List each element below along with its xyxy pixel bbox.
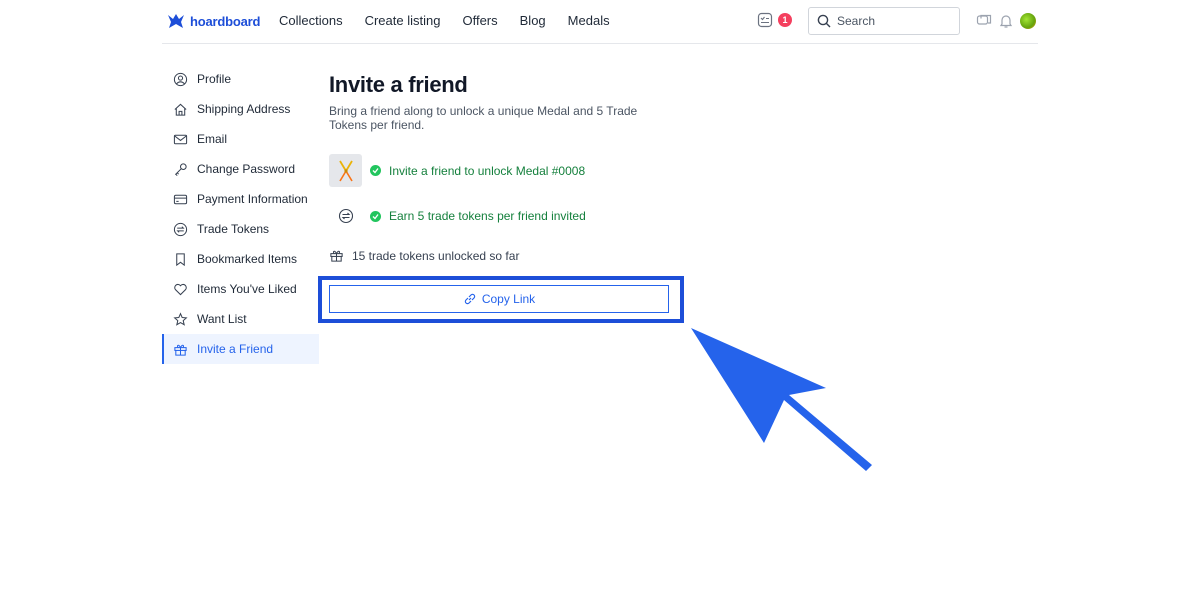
sidebar-item-label: Email (197, 132, 228, 146)
tokens-unlocked-text: 15 trade tokens unlocked so far (352, 248, 520, 263)
nav-medals[interactable]: Medals (568, 13, 610, 28)
nav-blog[interactable]: Blog (520, 13, 546, 28)
bell-icon[interactable] (998, 13, 1014, 29)
sidebar-item-trade-tokens[interactable]: Trade Tokens (162, 214, 319, 244)
check-icon (370, 210, 381, 222)
nav-create-listing[interactable]: Create listing (365, 13, 441, 28)
sidebar-item-invite-a-friend[interactable]: Invite a Friend (162, 334, 319, 364)
sidebar-item-want-list[interactable]: Want List (162, 304, 319, 334)
sidebar-item-label: Shipping Address (197, 102, 291, 116)
pointer-arrow-icon (691, 328, 872, 471)
link-icon (464, 293, 475, 305)
sidebar-item-payment-information[interactable]: Payment Information (162, 184, 319, 214)
gift-icon (174, 344, 187, 356)
top-navbar: hoardboard Collections Create listing Of… (162, 0, 1038, 44)
key-icon (174, 162, 187, 176)
nav-offers[interactable]: Offers (462, 13, 497, 28)
credit-card-icon (173, 194, 188, 204)
page-subtitle: Bring a friend along to unlock a unique … (329, 104, 638, 132)
sidebar-item-profile[interactable]: Profile (162, 64, 319, 94)
brand-logo-link[interactable]: hoardboard (166, 12, 260, 30)
medal-icon (329, 154, 362, 187)
token-exchange-icon (338, 208, 353, 224)
home-icon (174, 103, 187, 116)
search-input[interactable] (837, 14, 947, 28)
sidebar-item-shipping-address[interactable]: Shipping Address (162, 94, 319, 124)
page-title: Invite a friend (329, 72, 468, 97)
sidebar-item-bookmarked-items[interactable]: Bookmarked Items (162, 244, 319, 274)
sidebar-item-label: Want List (197, 312, 247, 326)
benefit-tokens: Earn 5 trade tokens per friend invited (329, 208, 586, 224)
sidebar-item-label: Profile (197, 72, 232, 86)
search-icon (817, 14, 831, 28)
tokens-unlocked: 15 trade tokens unlocked so far (329, 248, 519, 263)
sidebar-item-label: Items You've Liked (197, 282, 297, 296)
benefit-medal: Invite a friend to unlock Medal #0008 (329, 154, 585, 187)
star-icon (173, 311, 188, 326)
copy-link-button[interactable]: Copy Link (329, 285, 669, 313)
token-exchange-icon (173, 222, 188, 236)
invite-friend-panel: Invite a friend Bring a friend along to … (329, 72, 689, 263)
copy-link-label: Copy Link (481, 292, 536, 306)
notification-badge: 1 (778, 13, 792, 27)
sidebar-item-change-password[interactable]: Change Password (162, 154, 319, 184)
main-nav: Collections Create listing Offers Blog M… (279, 13, 610, 28)
sidebar-item-label: Trade Tokens (197, 222, 270, 236)
settings-sidebar: Profile Shipping Address Email Change Pa… (162, 64, 319, 364)
mail-icon (173, 134, 188, 144)
sidebar-item-label: Bookmarked Items (197, 252, 298, 266)
checklist-icon[interactable] (757, 12, 773, 28)
sidebar-item-label: Payment Information (197, 192, 308, 206)
nav-collections[interactable]: Collections (279, 13, 343, 28)
sidebar-item-label: Invite a Friend (197, 342, 274, 356)
chat-icon[interactable] (976, 13, 992, 29)
avatar[interactable] (1020, 13, 1036, 29)
brand-name: hoardboard (190, 13, 261, 29)
search-box[interactable] (808, 7, 960, 35)
check-icon (370, 165, 381, 176)
user-circle-icon (173, 72, 188, 86)
sidebar-item-email[interactable]: Email (162, 124, 319, 154)
sidebar-item-items-liked[interactable]: Items You've Liked (162, 274, 319, 304)
benefit-text: Earn 5 trade tokens per friend invited (389, 209, 586, 223)
hoardboard-logo-icon (168, 14, 184, 28)
sidebar-item-label: Change Password (197, 162, 296, 176)
heart-icon (174, 283, 187, 295)
bookmark-icon (176, 252, 185, 266)
benefit-text: Invite a friend to unlock Medal #0008 (389, 163, 586, 178)
gift-icon (330, 250, 343, 262)
